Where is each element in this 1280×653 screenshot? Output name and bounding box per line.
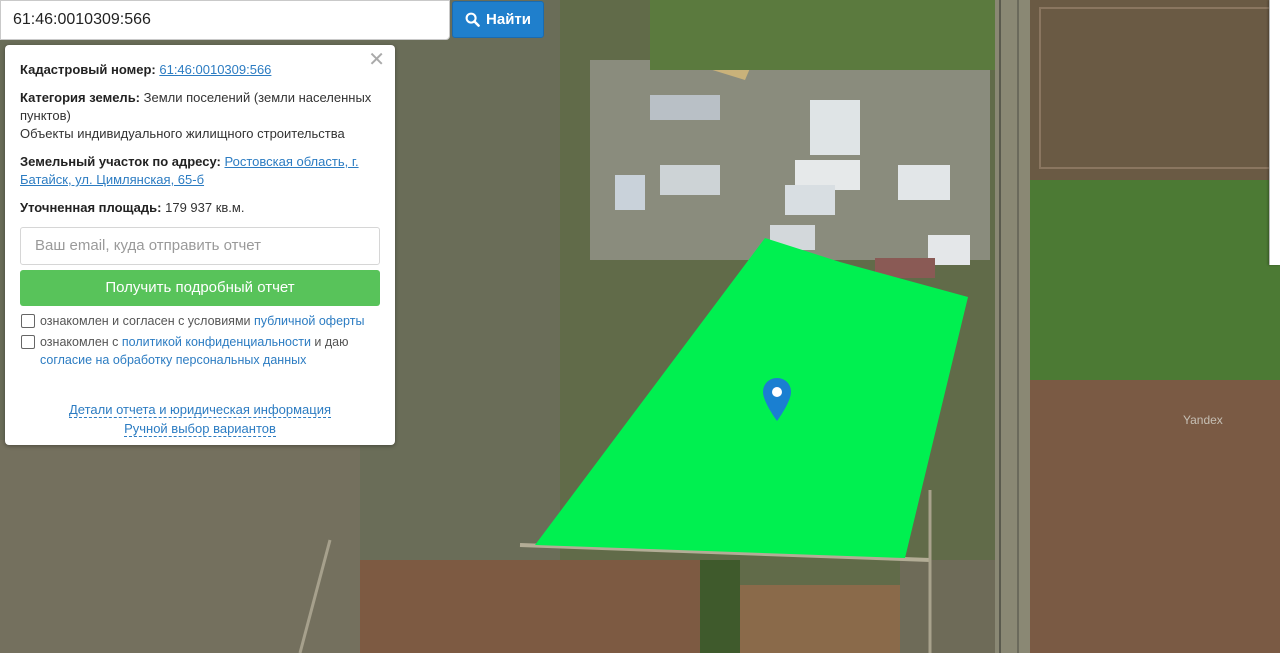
area-label: Уточненная площадь: (20, 200, 162, 215)
consent-privacy-row: ознакомлен с политикой конфиденциальност… (20, 333, 380, 369)
privacy-policy-link[interactable]: политикой конфиденциальности (122, 335, 311, 349)
cadastral-link[interactable]: 61:46:0010309:566 (159, 62, 271, 77)
personal-data-consent-link[interactable]: согласие на обработку персональных данны… (40, 353, 306, 367)
consent-offer-checkbox[interactable] (21, 314, 35, 328)
consent-privacy-text: ознакомлен с (40, 335, 122, 349)
consent-offer-text: ознакомлен и согласен с условиями (40, 314, 254, 328)
category-usage: Объекты индивидуального жилищного строит… (20, 126, 345, 141)
map-marker-icon[interactable] (762, 378, 792, 422)
area-row: Уточненная площадь: 179 937 кв.м. (20, 199, 380, 217)
area-value: 179 937 кв.м. (165, 200, 245, 215)
consent-privacy-mid: и даю (310, 335, 349, 349)
close-icon[interactable]: ✕ (368, 50, 385, 70)
cadastral-search-field[interactable] (0, 0, 450, 40)
right-side-panel-edge (1269, 0, 1280, 265)
manual-selection-link[interactable]: Ручной выбор вариантов (124, 421, 276, 437)
address-label: Земельный участок по адресу: (20, 154, 221, 169)
address-row: Земельный участок по адресу: Ростовская … (20, 153, 380, 189)
map-watermark: Yandex (1183, 413, 1223, 427)
consent-privacy-checkbox[interactable] (21, 335, 35, 349)
search-button-label: Найти (486, 11, 531, 28)
cadastral-search-input[interactable] (1, 1, 449, 39)
cadastral-label: Кадастровый номер: (20, 62, 156, 77)
get-report-button[interactable]: Получить подробный отчет (20, 270, 380, 306)
email-placeholder: Ваш email, куда отправить отчет (35, 237, 262, 254)
bottom-links: Детали отчета и юридическая информация Р… (5, 400, 395, 438)
search-icon (465, 12, 480, 27)
parcel-info-panel: ✕ Кадастровый номер: 61:46:0010309:566 К… (5, 45, 395, 445)
search-button[interactable]: Найти (452, 1, 544, 38)
cadastral-number-row: Кадастровый номер: 61:46:0010309:566 (20, 61, 380, 79)
report-details-link[interactable]: Детали отчета и юридическая информация (68, 402, 332, 418)
get-report-label: Получить подробный отчет (105, 279, 295, 296)
public-offer-link[interactable]: публичной оферты (254, 314, 364, 328)
email-field[interactable]: Ваш email, куда отправить отчет (20, 227, 380, 265)
consent-offer-row: ознакомлен и согласен с условиями публич… (20, 312, 380, 330)
category-row: Категория земель: Земли поселений (земли… (20, 89, 380, 143)
category-label: Категория земель: (20, 90, 141, 105)
